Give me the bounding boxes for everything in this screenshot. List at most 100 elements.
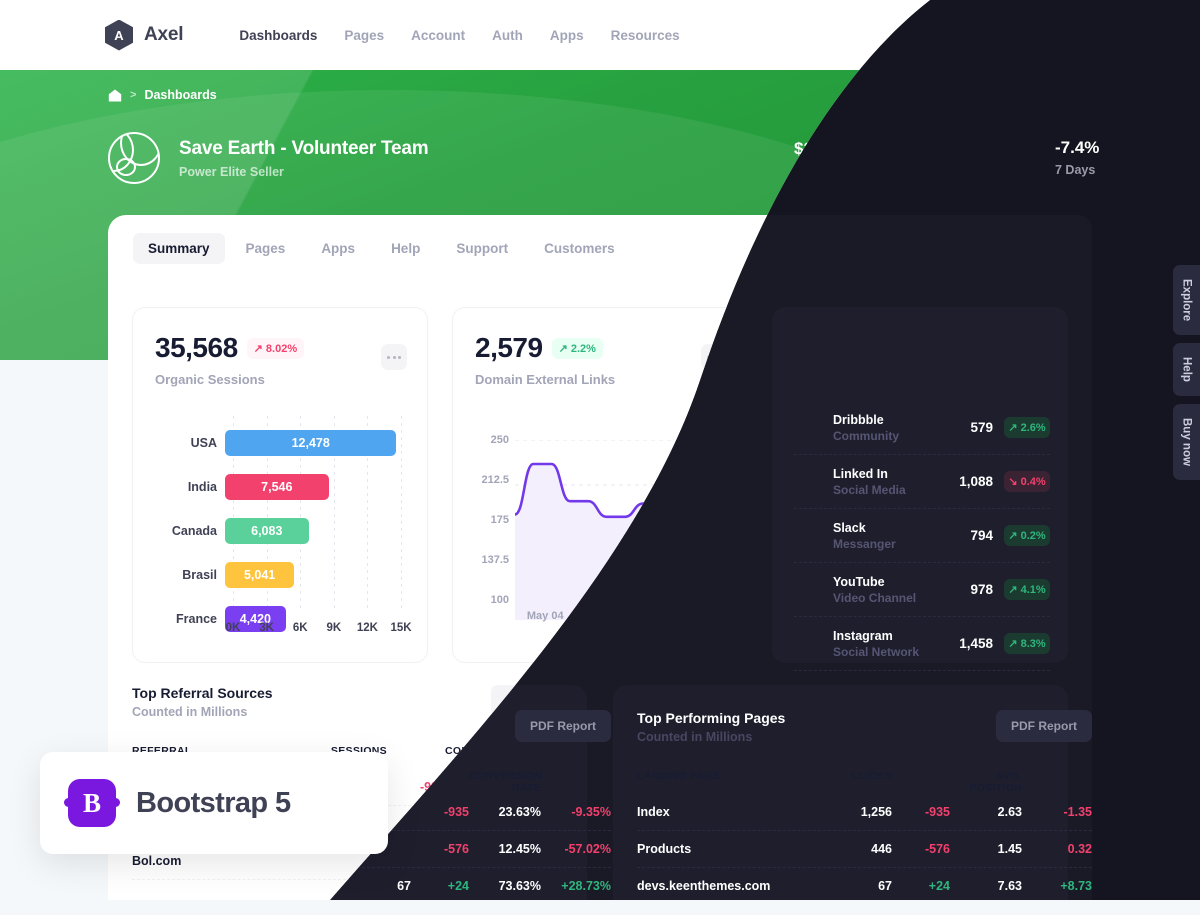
bar-chart: USA 12,478 India 7,546 Canada 6,083 Brasil 5,04… <box>155 416 411 644</box>
nav-pages[interactable]: Pages <box>344 28 384 43</box>
chart-y-axis: 100 137.5 175 212.5 250 <box>475 440 509 600</box>
social-description: Social Network <box>834 648 921 662</box>
table-title: Top Referral Sources <box>132 685 273 701</box>
cell-b: -935 <box>419 780 445 794</box>
bootstrap-promo-card[interactable]: B Bootstrap 5 <box>40 752 388 854</box>
tab-support[interactable]: Support <box>441 233 523 264</box>
social-list-item[interactable]: in Linked In Social Media 1,088 ↘ 0.4% <box>795 458 1047 512</box>
notification-badge <box>1104 22 1111 29</box>
table-subtitle: Counted in Millions <box>132 705 248 719</box>
bar-category-label: France <box>176 612 217 626</box>
social-label: Visits by Social Networks <box>795 372 953 387</box>
brand[interactable]: A Axel <box>105 20 183 51</box>
stat-avg-monthly-sales: $23,467.92 Avg. Monthly Sales <box>794 139 912 178</box>
bar[interactable]: 5,041 <box>225 562 294 588</box>
card-menu-button[interactable] <box>701 344 727 370</box>
bootstrap-logo-icon: B <box>64 779 120 827</box>
cell-d: -1.35 <box>1039 780 1068 794</box>
nav-auth[interactable]: Auth <box>492 28 523 43</box>
search-icon[interactable] <box>988 22 1014 48</box>
social-value: 5,037 <box>795 332 863 363</box>
social-description: Community <box>834 431 900 446</box>
instagram-icon <box>795 634 821 660</box>
tab-help[interactable]: Help <box>376 233 435 264</box>
social-name: Dribbble <box>834 415 885 430</box>
table-row[interactable]: Index 1,256 -935 2.63 -1.35 <box>613 769 1068 806</box>
cell-d: -57.02% <box>540 817 587 831</box>
breadcrumb-separator: > <box>130 89 137 101</box>
notifications-icon[interactable] <box>1084 22 1110 48</box>
x-tick-label: May 04 <box>526 610 564 622</box>
table-header-row: LANDING PAGE CLICKS AVG. POSITION <box>613 745 1068 769</box>
bar-category-label: USA <box>190 436 217 450</box>
social-delta-badge: ↘ 0.4% <box>1001 474 1047 495</box>
bar-value-label: 5,041 <box>243 568 276 582</box>
y-tick-label: 137.5 <box>481 554 509 566</box>
x-tick-label: 15K <box>390 622 412 634</box>
stat-label: Avg. Monthly Sales <box>794 163 909 178</box>
bootstrap-promo-text: Bootstrap 5 <box>136 786 291 819</box>
cell-b: -576 <box>419 817 445 831</box>
rail-help-button[interactable]: Help <box>1173 343 1200 397</box>
bar-chart-row: Canada 6,083 <box>155 518 401 544</box>
links-delta-badge: ↗ 2.2% <box>552 338 603 359</box>
cell-a: 67 <box>854 854 868 868</box>
nav-dashboards[interactable]: Dashboards <box>239 28 317 43</box>
x-tick-label: 9K <box>326 622 342 634</box>
dribbble-icon <box>795 418 821 444</box>
stat-overall-share: 3.8% Overall Share <box>1054 139 1140 178</box>
cell-b: +24 <box>423 854 445 868</box>
home-icon[interactable] <box>108 89 122 102</box>
card-menu-button[interactable] <box>1021 344 1047 370</box>
x-tick-label: 3K <box>259 622 274 634</box>
table-row[interactable]: devs.keenthemes.com 67 +24 7.63 +8.73 <box>613 843 1068 880</box>
team-logo-icon <box>108 132 160 184</box>
table-row[interactable]: Products 446 -576 1.45 0.32 <box>613 806 1068 843</box>
area-chart: 100 137.5 175 212.5 250 May 04 May 10 May 18 Ma… <box>475 416 731 644</box>
cell-b: -576 <box>900 817 926 831</box>
nav-resources[interactable]: Resources <box>611 28 680 43</box>
tab-pages[interactable]: Pages <box>231 233 301 264</box>
tab-customers[interactable]: Customers <box>529 233 630 264</box>
bar[interactable]: 6,083 <box>225 518 309 544</box>
avatar[interactable] <box>1132 17 1168 53</box>
nav-account[interactable]: Account <box>411 28 465 43</box>
card-menu-button[interactable] <box>381 344 407 370</box>
bootstrap-logo-letter: B <box>82 787 101 818</box>
bar-value-label: 6,083 <box>251 524 283 538</box>
social-list-item[interactable]: Dribbble Community 579 ↗ 2.6% <box>795 404 1047 458</box>
pdf-report-button[interactable]: PDF Report <box>491 685 587 717</box>
social-delta-badge: ↗ 4.1% <box>1001 582 1047 603</box>
delta-arrow-icon: ↗ <box>878 342 888 355</box>
bar-category-label: India <box>187 480 217 494</box>
tab-apps[interactable]: Apps <box>306 233 370 264</box>
column-header <box>868 745 926 769</box>
column-header <box>387 745 445 769</box>
chart-icon[interactable] <box>1036 22 1062 48</box>
stat-value: $23,467.92 <box>794 138 880 158</box>
y-tick-label: 250 <box>490 434 509 446</box>
organic-label: Organic Sessions <box>155 372 265 387</box>
rail-buynow-button[interactable]: Buy now <box>1173 404 1200 481</box>
bar[interactable]: 12,478 <box>225 430 396 456</box>
rail-explore-button[interactable]: Explore <box>1173 265 1200 336</box>
cell-c: 7.63 <box>973 854 998 868</box>
x-tick-label: May 10 <box>574 610 612 622</box>
organic-delta-badge: ↗ 8.02% <box>247 338 304 359</box>
bar[interactable]: 7,546 <box>225 474 329 500</box>
cell-d: +28.73% <box>537 854 587 868</box>
stat-label: Overall Share <box>1054 163 1135 178</box>
youtube-icon <box>795 580 821 606</box>
social-list-item[interactable]: Instagram Social Network 1,458 ↗ 8.3% <box>795 620 1047 674</box>
topbar-actions <box>988 17 1168 53</box>
bar-chart-row: USA 12,478 <box>155 430 401 456</box>
cell-c: 2.63 <box>973 780 998 794</box>
cell-c: 73.63% <box>474 854 517 868</box>
social-name: Instagram <box>834 632 894 646</box>
nav-apps[interactable]: Apps <box>550 28 584 43</box>
pdf-report-button[interactable]: PDF Report <box>972 685 1068 717</box>
breadcrumb-current[interactable]: Dashboards <box>144 88 216 102</box>
social-list-item[interactable]: Slack Messanger 794 ↗ 0.2% <box>795 512 1047 566</box>
tab-summary[interactable]: Summary <box>133 233 225 264</box>
social-list-item[interactable]: YouTube Video Channel 978 ↗ 4.1% <box>795 566 1047 620</box>
